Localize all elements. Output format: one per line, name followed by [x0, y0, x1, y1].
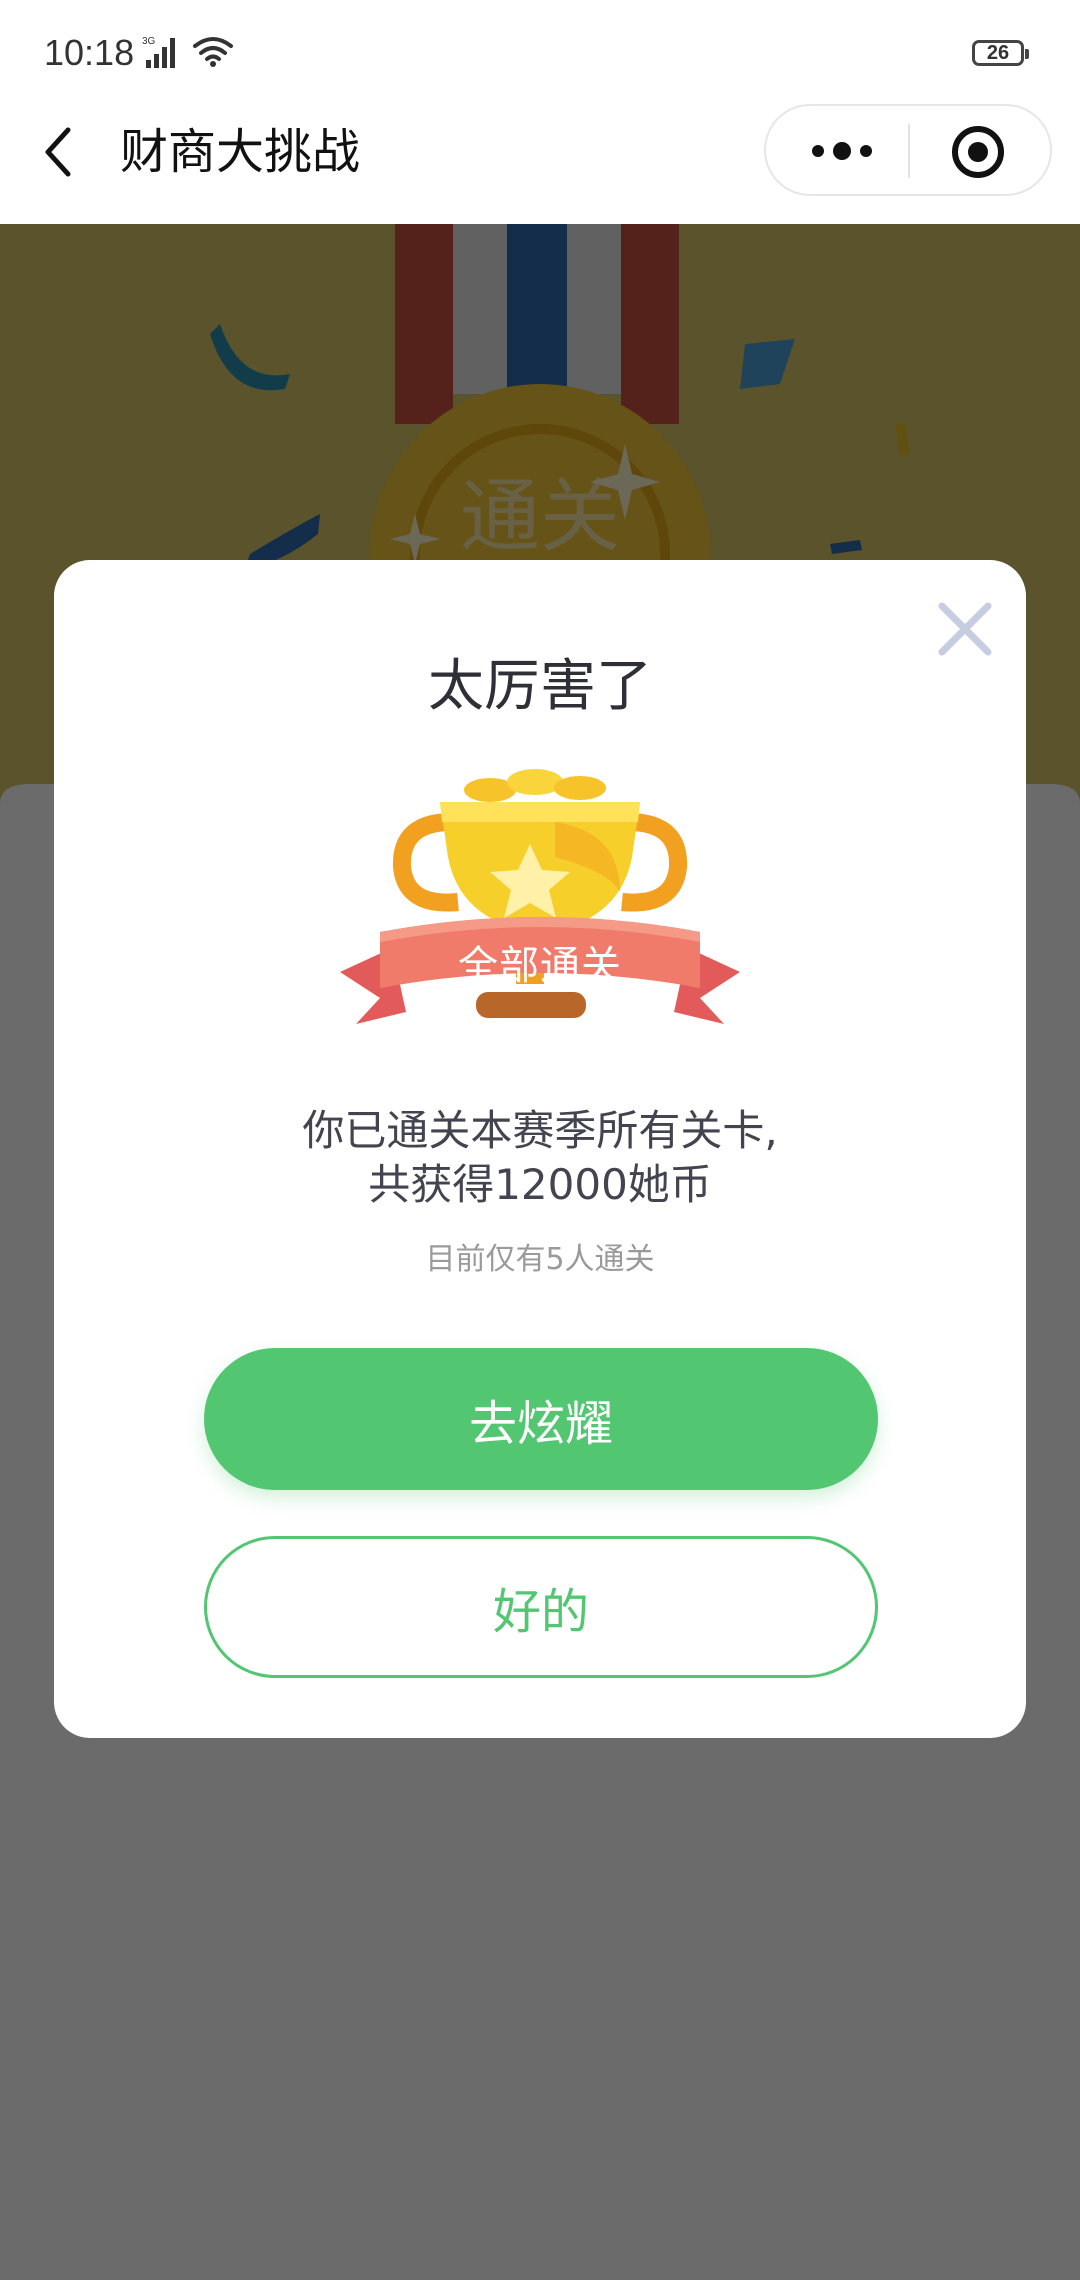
ok-button[interactable]: 好的	[204, 1536, 878, 1678]
message-line-2: 共获得12000她币	[368, 1160, 712, 1209]
battery-icon: 26	[972, 40, 1029, 66]
trophy-banner-label: 全部通关	[458, 943, 622, 989]
network-type-label: 3G	[142, 36, 156, 47]
wifi-icon	[193, 37, 233, 67]
capsule-divider	[908, 124, 910, 178]
chevron-left-icon[interactable]	[40, 122, 80, 182]
dialog-message: 你已通关本赛季所有关卡, 共获得12000她币	[54, 1104, 1026, 1212]
show-off-button[interactable]: 去炫耀	[204, 1348, 878, 1490]
page-title: 财商大挑战	[120, 124, 361, 180]
cellular-signal-icon: 3G	[142, 36, 175, 68]
status-bar: 10:18 3G 26	[0, 0, 1080, 100]
completion-dialog: 太厉害了 全部通关 你已通关本赛季所有关卡, 共获得12000她币 目前仅有5人…	[54, 560, 1026, 1738]
dialog-title: 太厉害了	[428, 654, 652, 719]
mini-program-capsule	[764, 104, 1052, 196]
battery-level: 26	[986, 41, 1010, 64]
target-circle-icon[interactable]	[950, 124, 1006, 180]
dialog-subtext: 目前仅有5人通关	[425, 1242, 655, 1277]
more-dots-icon[interactable]	[802, 128, 882, 174]
status-time: 10:18	[44, 32, 135, 73]
message-line-1: 你已通关本赛季所有关卡,	[302, 1106, 778, 1155]
